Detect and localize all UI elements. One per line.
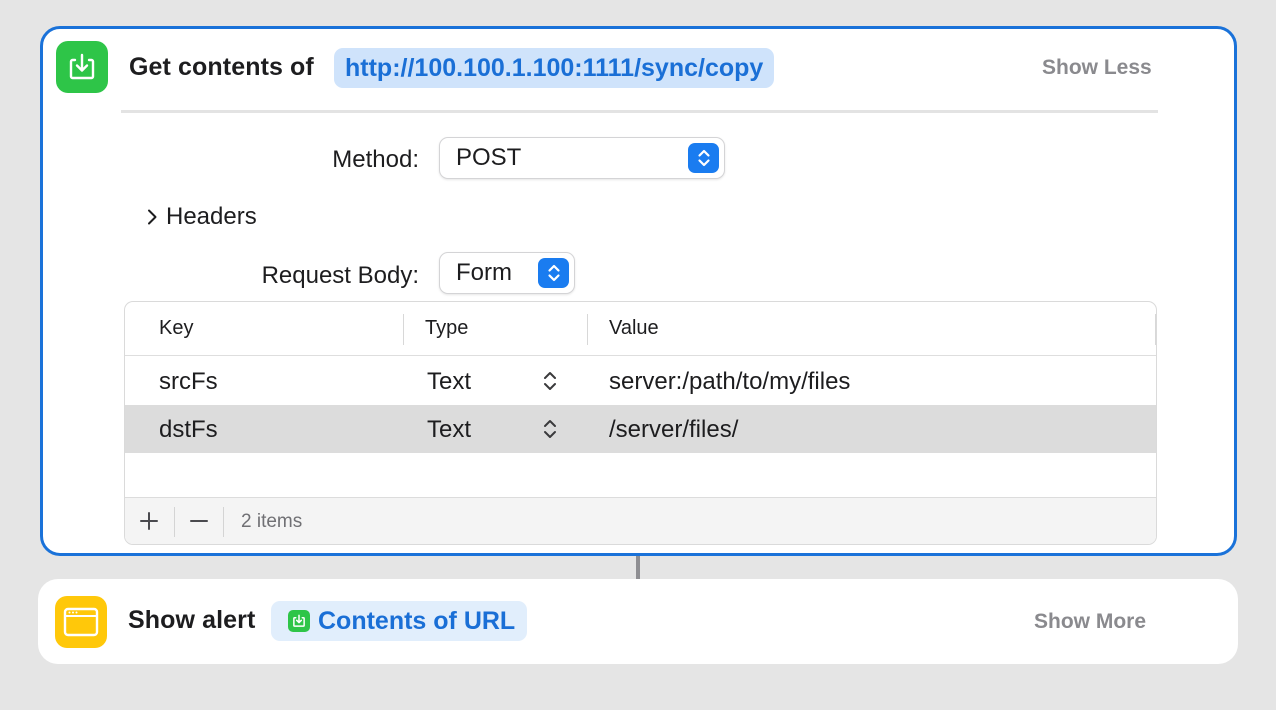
add-row-button[interactable] <box>134 506 164 536</box>
chevron-right-icon <box>146 208 158 226</box>
row-key[interactable]: srcFs <box>159 368 218 396</box>
column-header-value[interactable]: Value <box>609 317 659 340</box>
column-divider[interactable] <box>403 314 404 345</box>
get-contents-action-card[interactable]: Get contents of http://100.100.1.100:111… <box>40 26 1237 556</box>
table-header: Key Type Value <box>125 302 1156 356</box>
request-body-popup[interactable]: Form <box>439 252 575 294</box>
headers-label: Headers <box>166 203 257 230</box>
header-divider <box>121 110 1158 113</box>
show-less-button[interactable]: Show Less <box>1042 56 1152 80</box>
row-type[interactable]: Text <box>427 368 471 396</box>
url-token[interactable]: http://100.100.1.100:1111/sync/copy <box>334 48 775 88</box>
method-label: Method: <box>332 146 419 173</box>
action-title: Get contents of <box>129 53 314 81</box>
request-body-label: Request Body: <box>261 262 419 289</box>
row-value[interactable]: server:/path/to/my/files <box>609 368 850 396</box>
column-divider[interactable] <box>587 314 588 345</box>
download-tray-icon <box>288 610 310 632</box>
form-fields-table: Key Type Value srcFs Text server:/path/t… <box>124 301 1157 545</box>
column-header-type[interactable]: Type <box>425 317 468 340</box>
show-alert-action-card[interactable]: Show alert Contents of URL Show More <box>38 579 1238 664</box>
type-stepper-icon[interactable] <box>542 370 558 392</box>
alert-window-icon <box>55 596 107 648</box>
type-stepper-icon[interactable] <box>542 418 558 440</box>
row-key[interactable]: dstFs <box>159 416 218 444</box>
remove-row-button[interactable] <box>184 506 214 536</box>
row-value[interactable]: /server/files/ <box>609 416 738 444</box>
request-body-stepper-icon <box>538 258 569 288</box>
contents-of-url-variable[interactable]: Contents of URL <box>271 601 528 641</box>
method-popup[interactable]: POST <box>439 137 725 179</box>
table-row[interactable]: srcFs Text server:/path/to/my/files <box>125 357 1156 405</box>
item-count: 2 items <box>241 511 303 532</box>
action-title: Show alert <box>128 606 256 634</box>
column-divider <box>1155 314 1156 345</box>
method-stepper-icon <box>688 143 719 173</box>
footer-divider <box>174 507 175 537</box>
variable-label: Contents of URL <box>318 606 516 635</box>
download-tray-icon <box>56 41 108 93</box>
table-row-selected[interactable]: dstFs Text /server/files/ <box>125 405 1156 453</box>
action-connector <box>636 556 640 579</box>
column-header-key[interactable]: Key <box>159 317 193 340</box>
headers-disclosure[interactable]: Headers <box>146 203 257 231</box>
row-type[interactable]: Text <box>427 416 471 444</box>
table-footer: 2 items <box>125 497 1156 544</box>
method-value: POST <box>456 144 522 171</box>
plus-icon <box>140 512 158 530</box>
show-more-button[interactable]: Show More <box>1034 610 1146 634</box>
request-body-value: Form <box>456 259 512 286</box>
minus-icon <box>190 520 208 522</box>
footer-divider <box>223 507 224 537</box>
